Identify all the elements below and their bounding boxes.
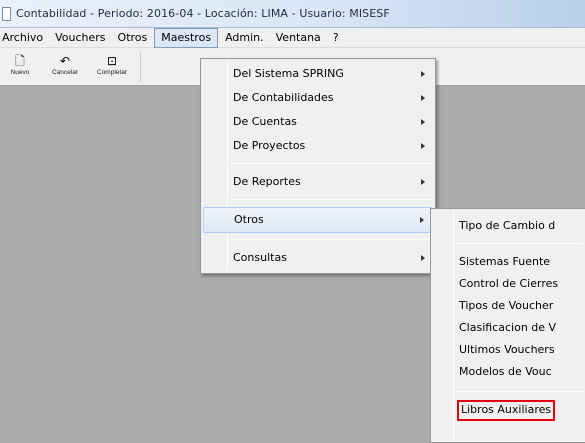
menu-separator [231, 199, 432, 200]
otros-submenu: Tipo de Cambio d Sistemas Fuente Control… [430, 208, 585, 443]
menu-item-label: De Contabilidades [233, 91, 334, 104]
menu-item-otros[interactable]: Otros [203, 207, 433, 233]
complete-icon: ⊡ [106, 54, 118, 68]
menu-ventana[interactable]: Ventana [270, 28, 327, 48]
menu-item-label: Otros [234, 213, 264, 226]
menu-separator [231, 239, 432, 240]
menu-item-label: Tipos de Voucher [459, 299, 554, 312]
app-icon [2, 6, 11, 21]
submenu-arrow-icon [421, 255, 425, 261]
menu-item-clasificacion[interactable]: Clasificacion de V [433, 317, 583, 339]
menu-item-control-de-cierres[interactable]: Control de Cierres [433, 273, 583, 295]
cancel-button-label: Cancelar [51, 69, 78, 76]
submenu-arrow-icon [421, 119, 425, 125]
menu-item-ultimos-vouchers[interactable]: Ultimos Vouchers [433, 339, 583, 361]
menu-vouchers[interactable]: Vouchers [49, 28, 111, 48]
complete-button-label: Completar [97, 69, 127, 76]
cancel-button[interactable]: ↶ Cancelar [48, 54, 82, 82]
complete-button[interactable]: ⊡ Completar [92, 54, 132, 82]
undo-icon: ↶ [59, 54, 71, 68]
window-title: Contabilidad - Periodo: 2016-04 - Locaci… [16, 7, 390, 20]
menu-item-label: Libros Auxiliares [456, 400, 556, 421]
submenu-arrow-icon [421, 179, 425, 185]
submenu-arrow-icon [421, 71, 425, 77]
menu-item-modelos-de-voucher[interactable]: Modelos de Vouc [433, 361, 583, 383]
menu-item-tipos-de-voucher[interactable]: Tipos de Voucher [433, 295, 583, 317]
menu-item-label: De Cuentas [233, 115, 297, 128]
menu-item-label: Consultas [233, 251, 287, 264]
menu-separator [457, 391, 582, 392]
submenu-arrow-icon [421, 95, 425, 101]
menu-otros[interactable]: Otros [112, 28, 154, 48]
menu-item-label: Modelos de Vouc [459, 365, 552, 378]
menu-help[interactable]: ? [327, 28, 345, 48]
submenu-arrow-icon [420, 217, 424, 223]
menu-item-libros-auxiliares[interactable]: Libros Auxiliares [433, 399, 583, 421]
menu-item-de-proyectos[interactable]: De Proyectos [203, 135, 433, 157]
menu-item-label: Ultimos Vouchers [459, 343, 555, 356]
menu-item-label: Del Sistema SPRING [233, 67, 344, 80]
menu-item-de-contabilidades[interactable]: De Contabilidades [203, 87, 433, 109]
menu-item-del-sistema-spring[interactable]: Del Sistema SPRING [203, 63, 433, 85]
maestros-menu: Del Sistema SPRING De Contabilidades De … [200, 58, 436, 274]
new-document-icon: 🗋 [15, 54, 25, 68]
menu-admin[interactable]: Admin. [219, 28, 270, 48]
menu-item-label: Control de Cierres [459, 277, 559, 290]
menu-item-sistemas-fuente[interactable]: Sistemas Fuente [433, 251, 583, 273]
menu-item-label: Tipo de Cambio d [459, 219, 556, 232]
menu-bar: Archivo Vouchers Otros Maestros Admin. V… [0, 27, 585, 48]
menu-maestros[interactable]: Maestros [154, 27, 219, 48]
menu-archivo[interactable]: Archivo [0, 28, 49, 48]
menu-item-label: Sistemas Fuente [459, 255, 551, 268]
new-button-label: Nuevo [10, 69, 30, 76]
menu-item-consultas[interactable]: Consultas [203, 247, 433, 269]
menu-item-de-reportes[interactable]: De Reportes [203, 171, 433, 193]
menu-separator [457, 243, 582, 244]
new-button[interactable]: 🗋 Nuevo [6, 54, 34, 82]
toolbar-separator [140, 52, 141, 82]
menu-item-label: De Proyectos [233, 139, 306, 152]
submenu-arrow-icon [421, 143, 425, 149]
menu-item-label: De Reportes [233, 175, 301, 188]
menu-separator [231, 163, 432, 164]
menu-item-tipo-de-cambio[interactable]: Tipo de Cambio d [433, 215, 583, 237]
menu-item-label: Clasificacion de V [459, 321, 557, 334]
menu-item-de-cuentas[interactable]: De Cuentas [203, 111, 433, 133]
title-bar: Contabilidad - Periodo: 2016-04 - Locaci… [0, 0, 585, 28]
